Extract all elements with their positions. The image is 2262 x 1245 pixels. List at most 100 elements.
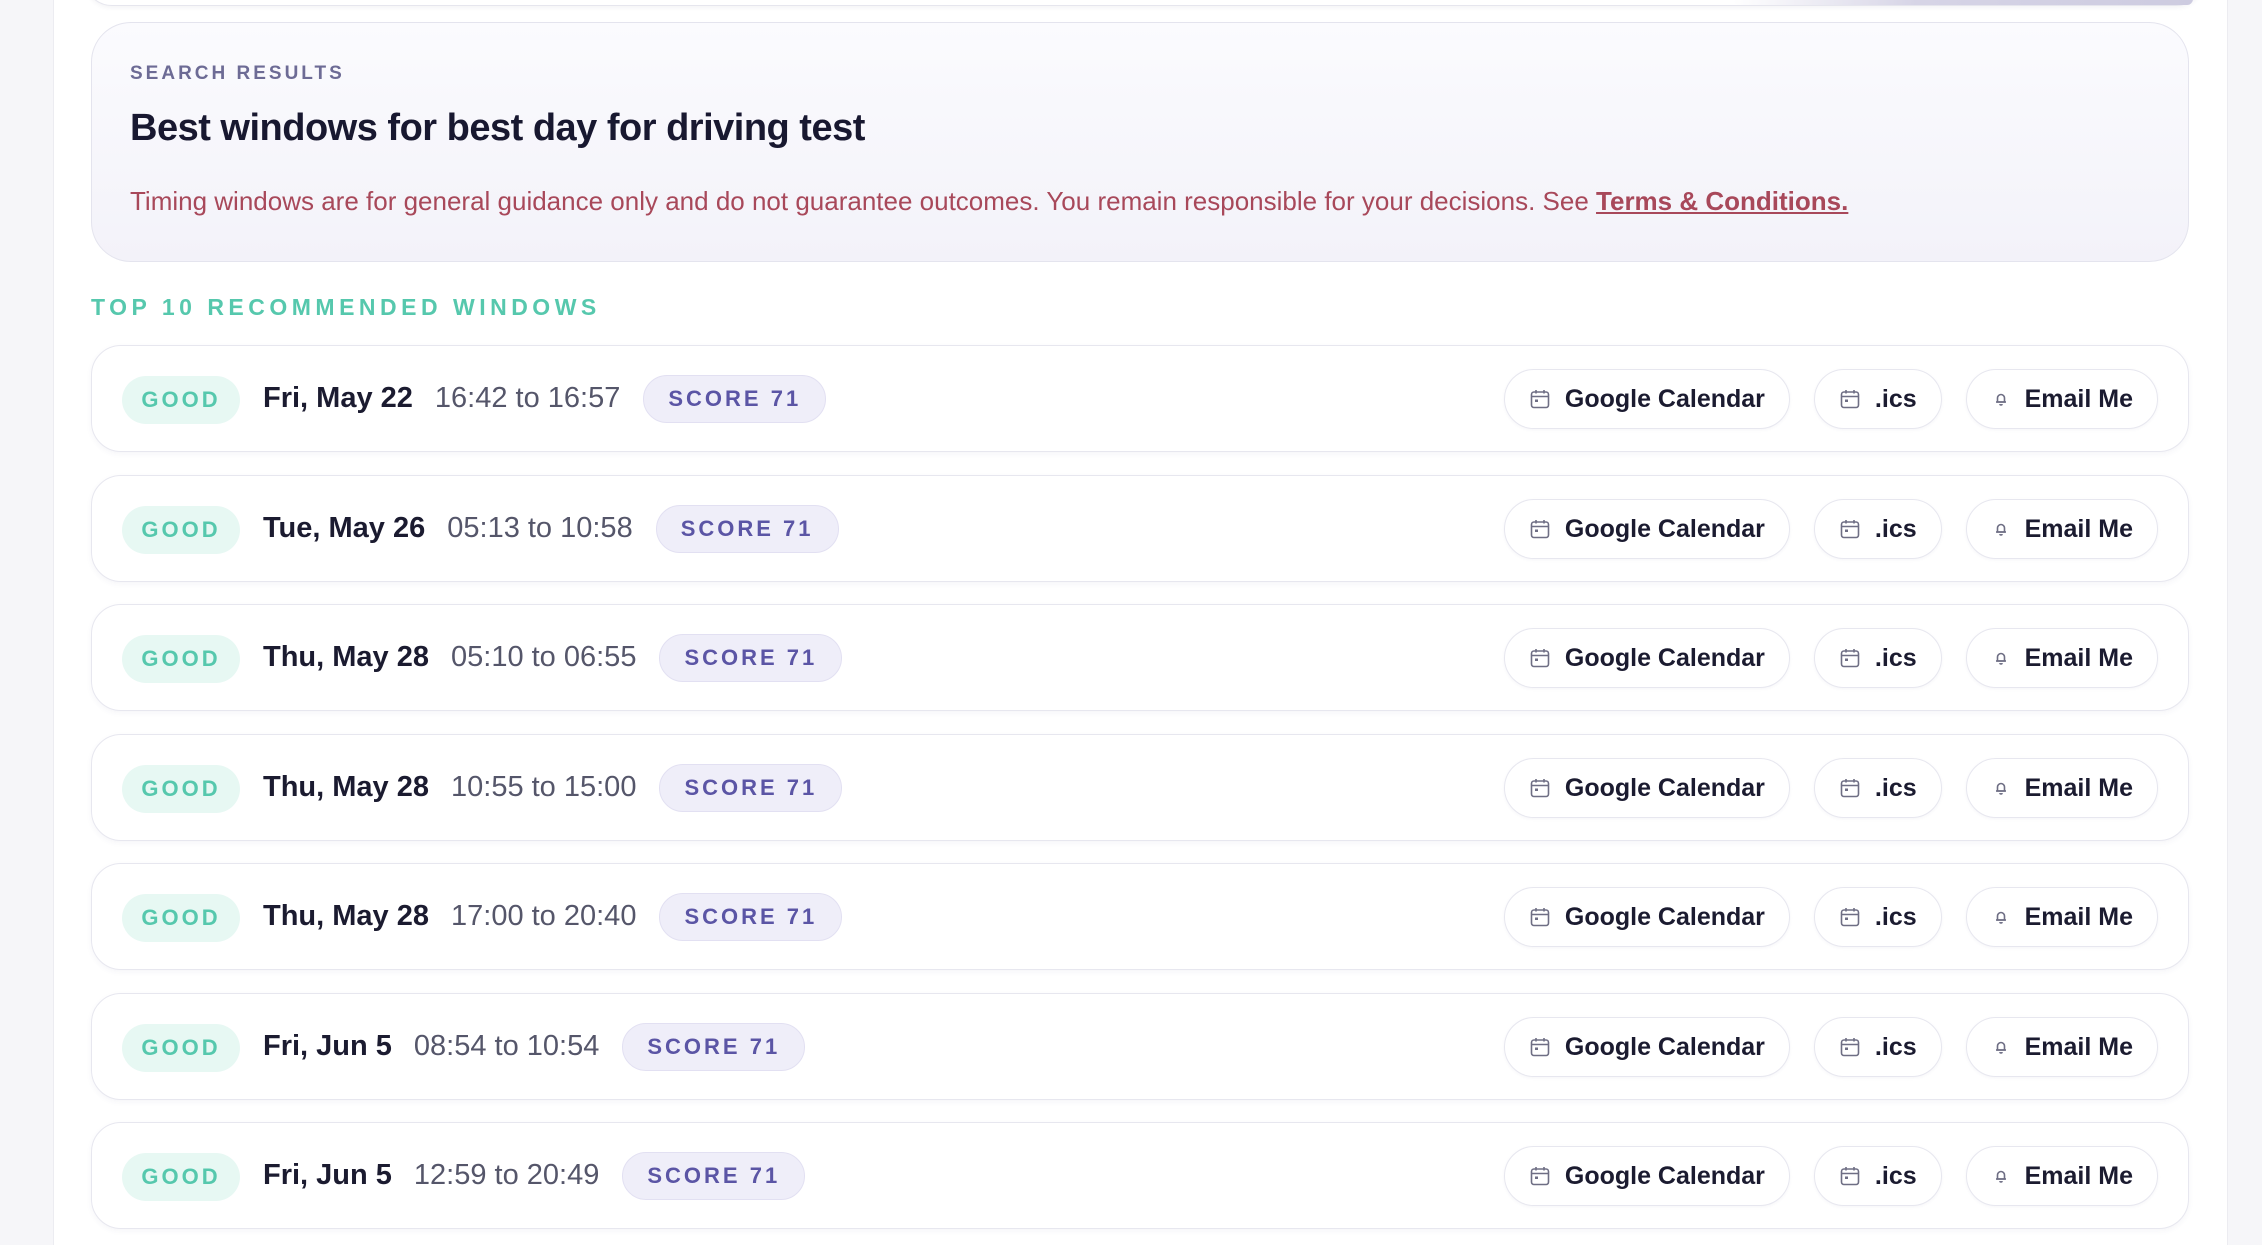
window-row: GOOD Fri, May 22 16:42 to 16:57 SCORE 71 Goo… — [91, 345, 2189, 452]
email-me-label: Email Me — [2024, 773, 2133, 802]
window-time: 08:54 to 10:54 — [413, 1030, 600, 1062]
calendar-icon — [1839, 388, 1861, 410]
score-badge: SCORE 71 — [655, 504, 839, 553]
google-calendar-button[interactable]: Google Calendar — [1503, 1146, 1790, 1206]
google-calendar-button[interactable]: Google Calendar — [1503, 499, 1790, 559]
row-actions: Google Calendar .ics Email Me — [1503, 499, 2158, 559]
google-calendar-label: Google Calendar — [1564, 773, 1765, 802]
ics-download-button[interactable]: .ics — [1813, 499, 1942, 559]
window-date: Fri, Jun 5 — [263, 1159, 392, 1191]
search-results-eyebrow: SEARCH RESULTS — [130, 63, 345, 84]
rating-badge: GOOD — [122, 765, 240, 813]
google-calendar-label: Google Calendar — [1564, 384, 1765, 413]
email-me-button[interactable]: Email Me — [1965, 499, 2158, 559]
email-me-button[interactable]: Email Me — [1965, 1146, 2158, 1206]
ics-label: .ics — [1874, 902, 1917, 931]
calendar-icon — [1839, 1165, 1861, 1187]
previous-card-edge — [84, 0, 2204, 6]
disclaimer: Timing windows are for general guidance … — [130, 186, 1848, 217]
rating-badge: GOOD — [122, 1024, 240, 1072]
window-info: Fri, Jun 5 12:59 to 20:49 SCORE 71 — [263, 1123, 806, 1228]
score-badge: SCORE 71 — [643, 374, 827, 423]
calendar-icon — [1529, 1165, 1551, 1187]
score-badge: SCORE 71 — [659, 763, 843, 812]
ics-download-button[interactable]: .ics — [1813, 887, 1942, 947]
score-badge: SCORE 71 — [659, 633, 843, 682]
window-time: 10:55 to 15:00 — [451, 771, 637, 803]
google-calendar-label: Google Calendar — [1564, 1161, 1765, 1190]
window-time: 05:13 to 10:58 — [447, 512, 633, 544]
ics-download-button[interactable]: .ics — [1813, 1146, 1942, 1206]
score-badge: SCORE 71 — [622, 1151, 806, 1200]
window-info: Thu, May 28 05:10 to 06:55 SCORE 71 — [263, 605, 843, 710]
window-date: Fri, May 22 — [263, 382, 413, 414]
ics-label: .ics — [1874, 1161, 1917, 1190]
email-me-button[interactable]: Email Me — [1965, 628, 2158, 688]
google-calendar-button[interactable]: Google Calendar — [1503, 758, 1790, 818]
window-row: GOOD Thu, May 28 10:55 to 15:00 SCORE 71 Goo… — [91, 734, 2189, 841]
calendar-icon — [1839, 777, 1861, 799]
window-time: 17:00 to 20:40 — [451, 900, 637, 932]
calendar-icon — [1839, 906, 1861, 928]
calendar-icon — [1839, 647, 1861, 669]
email-me-button[interactable]: Email Me — [1965, 1017, 2158, 1077]
ics-label: .ics — [1874, 514, 1917, 543]
results-title: Best windows for best day for driving te… — [130, 107, 865, 149]
score-badge: SCORE 71 — [622, 1022, 806, 1071]
window-info: Tue, May 26 05:13 to 10:58 SCORE 71 — [263, 476, 839, 581]
window-row: GOOD Fri, Jun 5 08:54 to 10:54 SCORE 71 Goog… — [91, 993, 2189, 1100]
window-time: 16:42 to 16:57 — [434, 382, 621, 414]
row-actions: Google Calendar .ics Email Me — [1503, 628, 2158, 688]
email-me-label: Email Me — [2024, 384, 2133, 413]
search-results-card: SEARCH RESULTS Best windows for best day… — [91, 22, 2189, 262]
window-time: 12:59 to 20:49 — [413, 1159, 600, 1191]
bell-icon — [1991, 648, 2011, 668]
email-me-label: Email Me — [2024, 1161, 2133, 1190]
disclaimer-text: Timing windows are for general guidance … — [130, 186, 1597, 216]
bell-icon — [1991, 778, 2011, 798]
window-time: 05:10 to 06:55 — [451, 641, 637, 673]
calendar-icon — [1839, 518, 1861, 540]
email-me-label: Email Me — [2024, 1032, 2133, 1061]
email-me-button[interactable]: Email Me — [1965, 887, 2158, 947]
google-calendar-button[interactable]: Google Calendar — [1503, 887, 1790, 947]
window-date: Thu, May 28 — [263, 900, 429, 932]
bell-icon — [1991, 1037, 2011, 1057]
email-me-label: Email Me — [2024, 514, 2133, 543]
calendar-icon — [1839, 1036, 1861, 1058]
ics-download-button[interactable]: .ics — [1813, 1017, 1942, 1077]
row-actions: Google Calendar .ics Email Me — [1503, 369, 2158, 429]
row-actions: Google Calendar .ics Email Me — [1503, 887, 2158, 947]
calendar-icon — [1529, 1036, 1551, 1058]
google-calendar-button[interactable]: Google Calendar — [1503, 1017, 1790, 1077]
rating-badge: GOOD — [122, 894, 240, 942]
google-calendar-button[interactable]: Google Calendar — [1503, 628, 1790, 688]
rating-badge: GOOD — [122, 506, 240, 554]
terms-link[interactable]: Terms & Conditions. — [1596, 186, 1848, 216]
calendar-icon — [1529, 647, 1551, 669]
bell-icon — [1991, 389, 2011, 409]
email-me-button[interactable]: Email Me — [1965, 369, 2158, 429]
ics-download-button[interactable]: .ics — [1813, 628, 1942, 688]
google-calendar-label: Google Calendar — [1564, 1032, 1765, 1061]
calendar-icon — [1529, 906, 1551, 928]
window-date: Tue, May 26 — [263, 512, 426, 544]
bell-icon — [1991, 519, 2011, 539]
window-row: GOOD Tue, May 26 05:13 to 10:58 SCORE 71 Goo… — [91, 475, 2189, 582]
ics-download-button[interactable]: .ics — [1813, 369, 1942, 429]
email-me-label: Email Me — [2024, 643, 2133, 672]
calendar-icon — [1529, 777, 1551, 799]
ics-download-button[interactable]: .ics — [1813, 758, 1942, 818]
email-me-button[interactable]: Email Me — [1965, 758, 2158, 818]
bell-icon — [1991, 907, 2011, 927]
window-info: Fri, Jun 5 08:54 to 10:54 SCORE 71 — [263, 994, 806, 1099]
row-actions: Google Calendar .ics Email Me — [1503, 1017, 2158, 1077]
calendar-icon — [1529, 388, 1551, 410]
window-row: GOOD Thu, May 28 05:10 to 06:55 SCORE 71 Goo… — [91, 604, 2189, 711]
google-calendar-label: Google Calendar — [1564, 902, 1765, 931]
ics-label: .ics — [1874, 384, 1917, 413]
rating-badge: GOOD — [122, 635, 240, 683]
email-me-label: Email Me — [2024, 902, 2133, 931]
row-actions: Google Calendar .ics Email Me — [1503, 1146, 2158, 1206]
google-calendar-button[interactable]: Google Calendar — [1503, 369, 1790, 429]
